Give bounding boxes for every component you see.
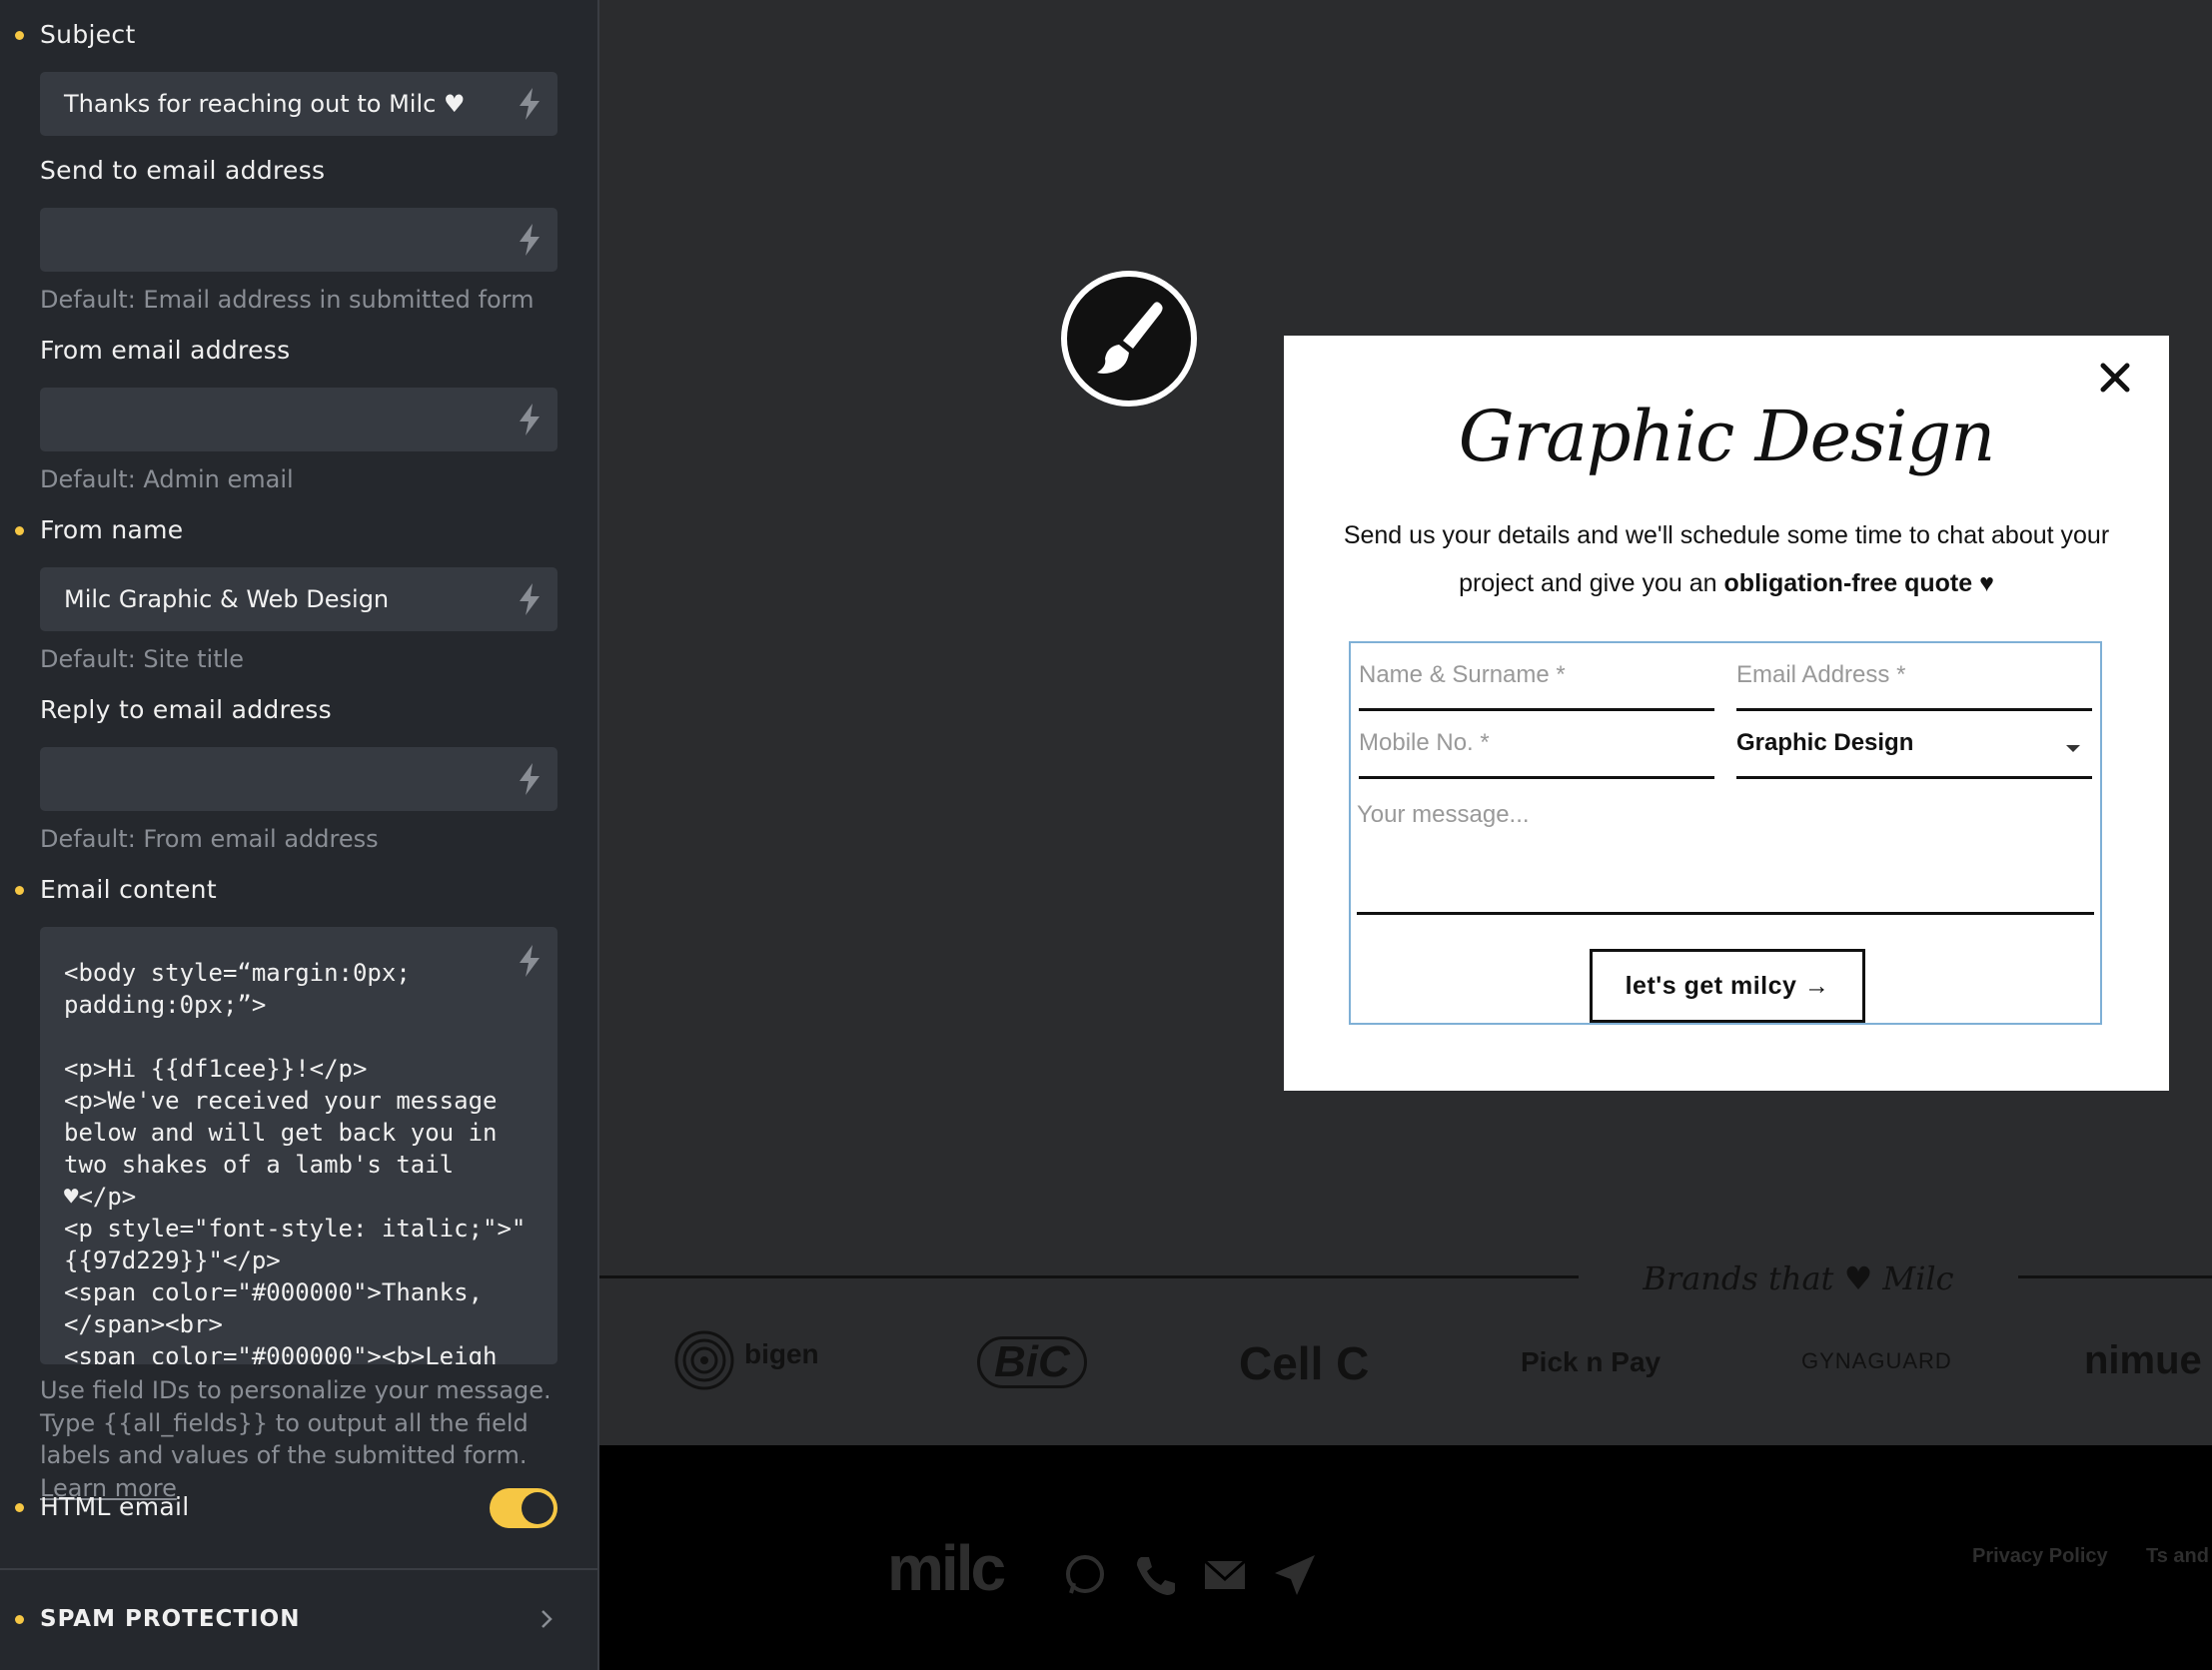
- send-to-hint: Default: Email address in submitted form: [40, 286, 535, 314]
- dynamic-data-icon[interactable]: [518, 945, 542, 977]
- email-content-code: <body style=“margin:0px; padding:0px;”> …: [64, 959, 527, 1364]
- message-textarea[interactable]: Your message...: [1357, 787, 2094, 915]
- bigen-mark-icon: [674, 1330, 734, 1390]
- from-name-label: From name: [40, 515, 184, 544]
- service-select[interactable]: Graphic Design: [1736, 715, 2092, 779]
- toggle-knob: [522, 1492, 553, 1524]
- heart-icon: ♥: [443, 90, 466, 118]
- reply-to-input[interactable]: [40, 747, 557, 811]
- brand-logo-bigen: bigen: [674, 1328, 819, 1398]
- close-icon[interactable]: [2095, 358, 2135, 398]
- send-icon[interactable]: [1273, 1553, 1317, 1597]
- from-email-hint: Default: Admin email: [40, 465, 294, 493]
- brand-logo-picknpay: Pick n Pay: [1521, 1346, 1661, 1377]
- site-footer: milc Privacy Policy Ts and: [599, 1445, 2212, 1670]
- submit-button[interactable]: let's get milcy →: [1590, 949, 1865, 1023]
- html-email-toggle[interactable]: [490, 1488, 557, 1528]
- reply-to-label: Reply to email address: [40, 695, 332, 724]
- dynamic-data-icon[interactable]: [518, 88, 542, 120]
- subject-label: Subject: [40, 20, 136, 49]
- paintbrush-icon: [1061, 271, 1197, 407]
- brand-logo-bic: BiC: [957, 1328, 1097, 1398]
- chevron-right-icon[interactable]: [540, 1608, 553, 1630]
- reply-to-hint: Default: From email address: [40, 825, 379, 853]
- spam-protection-section[interactable]: SPAM PROTECTION: [40, 1606, 300, 1632]
- from-email-label: From email address: [40, 336, 291, 365]
- modal-title: Graphic Design: [1458, 396, 1996, 477]
- brand-logo-cellc: Cell C: [1239, 1337, 1370, 1389]
- required-dot: [15, 526, 24, 535]
- from-email-input[interactable]: [40, 388, 557, 451]
- send-to-input[interactable]: [40, 208, 557, 272]
- send-to-label: Send to email address: [40, 156, 326, 185]
- from-name-hint: Default: Site title: [40, 645, 245, 673]
- mail-icon[interactable]: [1203, 1553, 1247, 1597]
- email-input[interactable]: Email Address *: [1736, 647, 2092, 711]
- privacy-policy-link[interactable]: Privacy Policy: [1972, 1545, 2108, 1568]
- brand-logo-nimue: nimue: [2084, 1338, 2202, 1382]
- html-email-label: HTML email: [40, 1492, 190, 1521]
- section-divider: [0, 1568, 597, 1570]
- phone-icon[interactable]: [1133, 1553, 1177, 1597]
- required-dot: [15, 1615, 24, 1624]
- dynamic-data-icon[interactable]: [518, 224, 542, 256]
- subject-value: Thanks for reaching out to Milc ♥: [64, 90, 466, 118]
- heart-icon: ♥: [1979, 569, 1994, 597]
- required-dot: [15, 886, 24, 895]
- dynamic-data-icon[interactable]: [518, 404, 542, 435]
- terms-link[interactable]: Ts and: [2146, 1545, 2212, 1568]
- page-preview-canvas: Graphic Design Send us your details and …: [599, 0, 2212, 1670]
- quote-modal: Graphic Design Send us your details and …: [1284, 336, 2169, 1091]
- brands-title: Brands that ♥ Milc: [1579, 1249, 2018, 1308]
- email-content-textarea[interactable]: <body style=“margin:0px; padding:0px;”> …: [40, 927, 557, 1364]
- email-content-label: Email content: [40, 875, 217, 904]
- form-settings-sidebar: Subject Thanks for reaching out to Milc …: [0, 0, 599, 1670]
- modal-description: Send us your details and we'll schedule …: [1343, 521, 2110, 597]
- subject-input[interactable]: Thanks for reaching out to Milc ♥: [40, 72, 557, 136]
- dropdown-arrow-icon: [2066, 745, 2080, 752]
- whatsapp-icon[interactable]: [1063, 1553, 1107, 1597]
- email-content-help: Use field IDs to personalize your messag…: [40, 1376, 552, 1502]
- mobile-input[interactable]: Mobile No. *: [1359, 715, 1714, 779]
- required-dot: [15, 31, 24, 40]
- from-name-input[interactable]: Milc Graphic & Web Design: [40, 567, 557, 631]
- brand-logo-gynaguard: GYNAGUARD: [1801, 1348, 1952, 1373]
- required-dot: [15, 1503, 24, 1512]
- dynamic-data-icon[interactable]: [518, 763, 542, 795]
- quote-form: Name & Surname * Email Address * Mobile …: [1349, 641, 2102, 1025]
- modal-description-bold: obligation-free quote: [1723, 569, 1973, 597]
- name-input[interactable]: Name & Surname *: [1359, 647, 1714, 711]
- heart-icon: ♥: [1843, 1259, 1873, 1297]
- dynamic-data-icon[interactable]: [518, 583, 542, 615]
- footer-logo[interactable]: milc: [887, 1531, 1006, 1605]
